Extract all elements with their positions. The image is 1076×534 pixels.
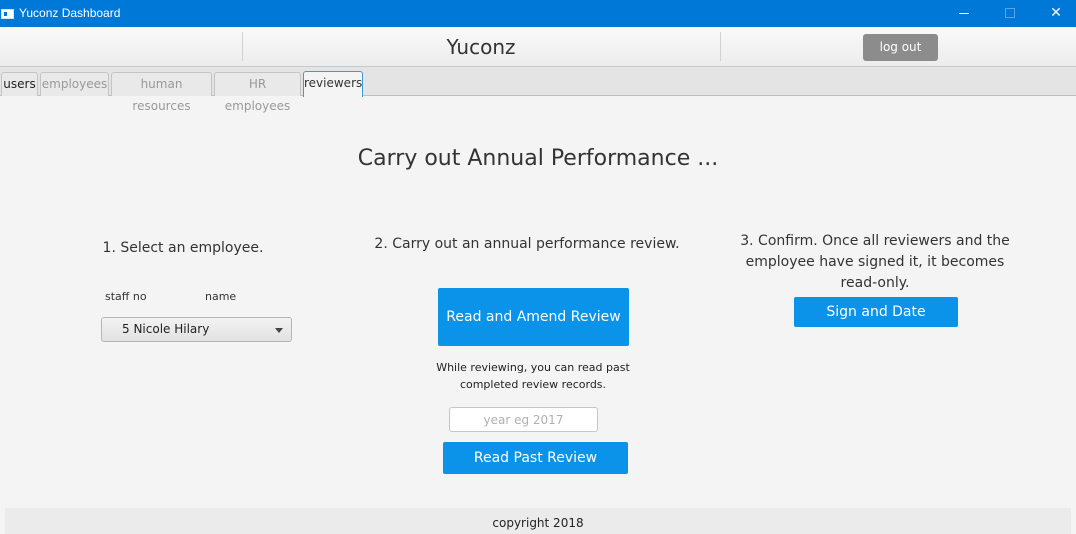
- page-title: Carry out Annual Performance ...: [357, 146, 719, 171]
- employee-select-value: 5 Nicole Hilary: [122, 322, 210, 336]
- read-amend-review-button[interactable]: Read and Amend Review: [438, 288, 629, 346]
- read-past-review-button[interactable]: Read Past Review: [443, 442, 628, 474]
- employee-select[interactable]: 5 Nicole Hilary: [101, 317, 292, 342]
- app-name: Yuconz: [446, 35, 516, 59]
- step3-title: 3. Confirm. Once all reviewers and the e…: [720, 231, 1030, 294]
- copyright-text: copyright 2018: [492, 516, 584, 530]
- step3-title-line: employee have signed it, it becomes: [745, 254, 1005, 270]
- review-hint-line: While reviewing, you can read past: [436, 361, 630, 374]
- window-titlebar: Yuconz Dashboard ✕: [0, 0, 1076, 27]
- maximize-button[interactable]: [987, 0, 1033, 27]
- logout-button[interactable]: log out: [863, 34, 938, 61]
- year-input[interactable]: [449, 407, 598, 432]
- tab-bar: users employees human resources HR emplo…: [0, 67, 1076, 113]
- minimize-icon: [959, 12, 969, 14]
- header-divider: [720, 32, 721, 61]
- tab-hr-employees[interactable]: HR employees: [214, 72, 301, 113]
- close-button[interactable]: ✕: [1033, 0, 1076, 27]
- name-label: name: [205, 290, 237, 303]
- footer: copyright 2018: [5, 508, 1071, 534]
- maximize-icon: [1005, 8, 1015, 18]
- app-window-icon: [1, 9, 14, 19]
- tab-employees[interactable]: employees: [40, 72, 109, 96]
- step3-title-line: 3. Confirm. Once all reviewers and the: [740, 233, 1010, 249]
- staff-no-label: staff no: [105, 290, 147, 303]
- minimize-button[interactable]: [941, 0, 987, 27]
- step2-title: 2. Carry out an annual performance revie…: [374, 236, 680, 252]
- tab-human-resources[interactable]: human resources: [111, 72, 212, 113]
- window-title: Yuconz Dashboard: [19, 6, 121, 20]
- step1-title: 1. Select an employee.: [102, 240, 264, 256]
- review-hint: While reviewing, you can read past compl…: [425, 359, 641, 393]
- close-icon: ✕: [1050, 5, 1062, 21]
- tab-users[interactable]: users: [1, 72, 38, 96]
- sign-and-date-button[interactable]: Sign and Date: [794, 297, 958, 327]
- review-hint-line: completed review records.: [459, 378, 607, 391]
- tab-reviewers[interactable]: reviewers: [303, 71, 363, 97]
- chevron-down-icon: [275, 328, 283, 333]
- app-header: Yuconz log out: [0, 27, 1076, 67]
- step3-title-line: read-only.: [840, 275, 910, 291]
